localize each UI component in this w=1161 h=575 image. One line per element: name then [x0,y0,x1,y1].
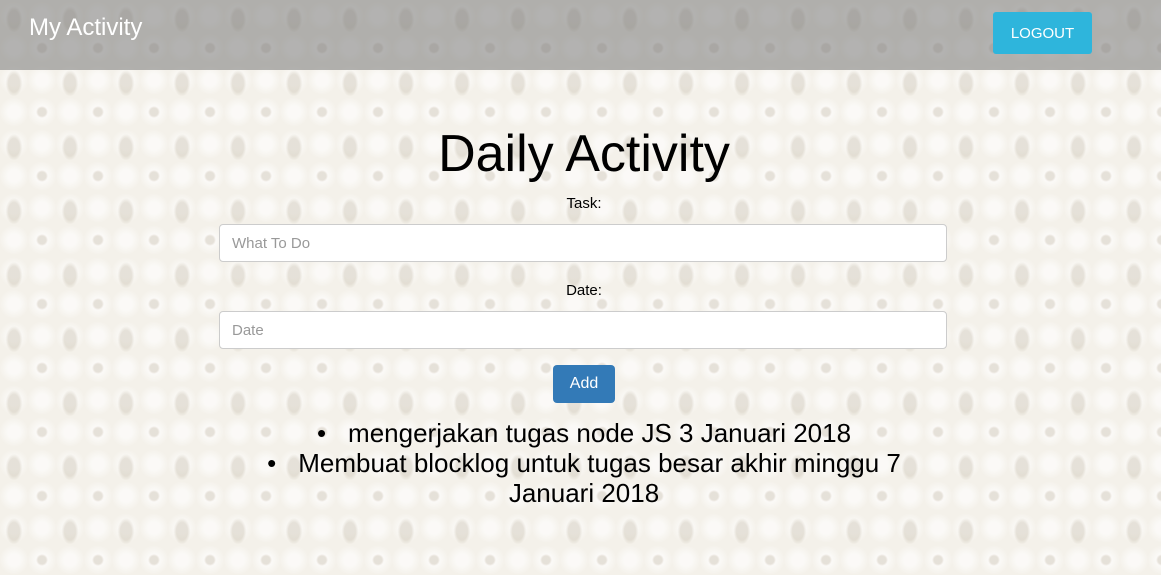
bullet-icon: • [316,418,327,448]
task-label: Task: [566,195,602,212]
logout-button[interactable]: LOGOUT [993,12,1092,54]
activity-list: • mengerjakan tugas node JS 3 Januari 201… [234,418,934,508]
date-input[interactable] [219,311,947,349]
bullet-icon: • [267,448,277,478]
add-button[interactable]: Add [553,365,615,403]
navbar: My Activity LOGOUT [0,0,1161,70]
brand-link[interactable]: My Activity [29,14,142,42]
task-input[interactable] [219,224,947,262]
list-item: • Membuat blocklog untuk tugas besar akhi… [234,448,934,508]
list-item: • mengerjakan tugas node JS 3 Januari 201… [234,418,934,448]
activity-text: mengerjakan tugas node JS 3 Januari 2018 [348,418,852,448]
page-title: Daily Activity [438,125,730,183]
activity-text: Membuat blocklog untuk tugas besar akhir… [298,448,901,508]
date-label: Date: [566,282,602,299]
